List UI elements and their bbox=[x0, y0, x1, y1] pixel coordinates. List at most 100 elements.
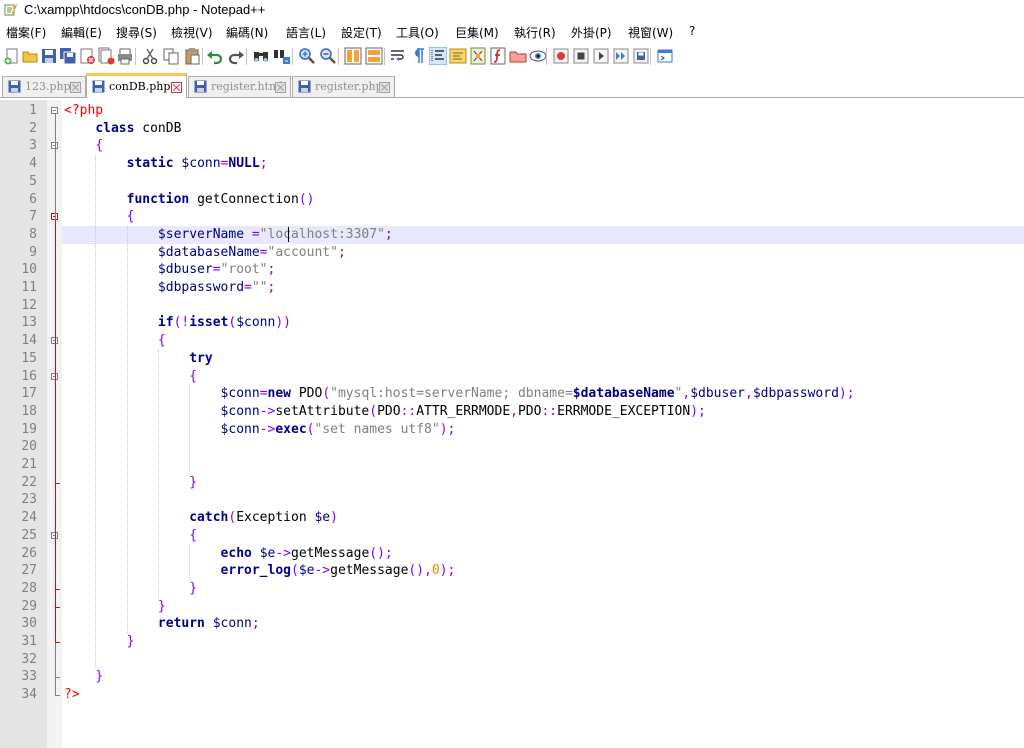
open-file-button[interactable] bbox=[21, 47, 39, 65]
menu-item-9[interactable]: 執行(R) bbox=[514, 24, 556, 41]
code-line[interactable]: 26 echo $e->getMessage(); bbox=[0, 545, 1024, 563]
menu-item-2[interactable]: 搜尋(S) bbox=[116, 24, 157, 41]
code-line[interactable]: 17 $conn=new PDO("mysql:host=serverName;… bbox=[0, 385, 1024, 403]
print-button[interactable] bbox=[116, 47, 134, 65]
menu-item-1[interactable]: 編輯(E) bbox=[61, 24, 102, 41]
code-line[interactable]: 21 bbox=[0, 456, 1024, 474]
code-line[interactable]: 13 if(!isset($conn)) bbox=[0, 314, 1024, 332]
close-tab-icon[interactable] bbox=[275, 82, 286, 93]
sync-vertical-button[interactable] bbox=[344, 47, 362, 65]
undo-button[interactable] bbox=[206, 47, 224, 65]
zoom-out-button[interactable] bbox=[319, 47, 337, 65]
save-button[interactable] bbox=[40, 47, 58, 65]
paste-button[interactable] bbox=[183, 47, 201, 65]
user-defined-language-button[interactable] bbox=[449, 47, 467, 65]
folder-as-workspace-button[interactable] bbox=[509, 47, 527, 65]
new-file-button[interactable] bbox=[3, 47, 21, 65]
word-wrap-button[interactable] bbox=[389, 47, 407, 65]
show-all-characters-button[interactable] bbox=[409, 47, 427, 65]
code-editor[interactable]: 1 <?php 2 class conDB 3 {4 static $conn=NUL… bbox=[0, 100, 1024, 748]
code-line[interactable]: 30 return $conn; bbox=[0, 615, 1024, 633]
tab-123-php[interactable]: 123.php bbox=[2, 76, 86, 97]
indent-guide-button[interactable] bbox=[429, 47, 447, 65]
code-line[interactable]: 19 $conn->exec("set names utf8"); bbox=[0, 421, 1024, 439]
tab-register-html[interactable]: register.html bbox=[188, 76, 291, 97]
code-line[interactable]: 32 bbox=[0, 651, 1024, 669]
code-line[interactable]: 9 $databaseName="account"; bbox=[0, 244, 1024, 262]
code-line[interactable]: 15 try bbox=[0, 350, 1024, 368]
code-line[interactable]: 11 $dbpassword=""; bbox=[0, 279, 1024, 297]
function-list-button[interactable] bbox=[489, 47, 507, 65]
code-line[interactable]: 4 static $conn=NULL; bbox=[0, 155, 1024, 173]
code-line[interactable]: 25 { bbox=[0, 527, 1024, 545]
code-text: $serverName ="localhost:3307"; bbox=[64, 226, 393, 244]
replace-button[interactable] bbox=[273, 47, 291, 65]
user-defined-language-icon bbox=[449, 48, 467, 64]
code-line[interactable]: 28 } bbox=[0, 580, 1024, 598]
code-line[interactable]: 34 ?> bbox=[0, 686, 1024, 704]
menu-item-8[interactable]: 巨集(M) bbox=[455, 24, 499, 41]
line-number: 32 bbox=[21, 651, 37, 667]
menu-item-10[interactable]: 外掛(P) bbox=[571, 24, 612, 41]
monitoring-button[interactable] bbox=[529, 47, 547, 65]
code-text: } bbox=[64, 474, 197, 492]
code-line[interactable]: 27 error_log($e->getMessage(),0); bbox=[0, 562, 1024, 580]
tab-register-php[interactable]: register.php bbox=[292, 76, 395, 97]
code-line[interactable]: 24 catch(Exception $e) bbox=[0, 509, 1024, 527]
text-caret bbox=[288, 226, 290, 242]
code-line[interactable]: 2 class conDB bbox=[0, 120, 1024, 138]
code-line[interactable]: 1 <?php bbox=[0, 102, 1024, 120]
menu-item-5[interactable]: 語言(L) bbox=[286, 24, 326, 41]
menu-item-11[interactable]: 視窗(W) bbox=[628, 24, 673, 41]
playback-macro-button[interactable] bbox=[592, 47, 610, 65]
menu-item-3[interactable]: 檢視(V) bbox=[171, 24, 213, 41]
code-line[interactable]: 16 { bbox=[0, 368, 1024, 386]
close-tab-icon[interactable] bbox=[70, 82, 81, 93]
code-text: function getConnection() bbox=[64, 191, 315, 209]
save-all-button[interactable] bbox=[59, 47, 77, 65]
code-line[interactable]: 22 } bbox=[0, 474, 1024, 492]
copy-button[interactable] bbox=[162, 47, 180, 65]
code-line[interactable]: 7 { bbox=[0, 208, 1024, 226]
menu-item-12[interactable]: ? bbox=[689, 24, 695, 38]
code-line[interactable]: 3 { bbox=[0, 137, 1024, 155]
cut-button[interactable] bbox=[141, 47, 159, 65]
fold-toggle-icon[interactable] bbox=[51, 107, 58, 114]
code-line[interactable]: 8 $serverName ="localhost:3307"; bbox=[29, 225, 1024, 244]
run-macro-multiple-button[interactable] bbox=[612, 47, 630, 65]
find-button[interactable] bbox=[252, 47, 270, 65]
close-tab-icon[interactable] bbox=[379, 82, 390, 93]
run-button[interactable] bbox=[656, 47, 674, 65]
menu-item-4[interactable]: 編碼(N) bbox=[226, 24, 268, 41]
save-macro-button[interactable] bbox=[632, 47, 650, 65]
sync-horizontal-button[interactable] bbox=[365, 47, 383, 65]
stop-recording-button[interactable] bbox=[572, 47, 590, 65]
code-line[interactable]: 20 bbox=[0, 438, 1024, 456]
new-file-icon bbox=[4, 48, 18, 65]
code-line[interactable]: 12 bbox=[0, 297, 1024, 315]
close-tab-icon[interactable] bbox=[171, 82, 182, 93]
fold-end-marker bbox=[55, 588, 60, 590]
code-token: ; bbox=[267, 280, 276, 295]
document-map-button[interactable] bbox=[469, 47, 487, 65]
menu-item-6[interactable]: 設定(T) bbox=[341, 24, 382, 41]
close-all-button[interactable] bbox=[97, 47, 115, 65]
code-line[interactable]: 31 } bbox=[0, 633, 1024, 651]
code-line[interactable]: 29 } bbox=[0, 598, 1024, 616]
code-line[interactable]: 23 bbox=[0, 491, 1024, 509]
redo-button[interactable] bbox=[227, 47, 245, 65]
code-line[interactable]: 5 bbox=[0, 173, 1024, 191]
menu-item-0[interactable]: 檔案(F) bbox=[6, 24, 46, 41]
menu-item-7[interactable]: 工具(O) bbox=[396, 24, 439, 41]
close-button[interactable] bbox=[78, 47, 96, 65]
code-token: { bbox=[189, 527, 198, 543]
code-line[interactable]: 14 { bbox=[0, 332, 1024, 350]
record-macro-button[interactable] bbox=[552, 47, 570, 65]
tab-condb-php[interactable]: conDB.php bbox=[86, 73, 187, 98]
code-line[interactable]: 10 $dbuser="root"; bbox=[0, 261, 1024, 279]
code-line[interactable]: 18 $conn->setAttribute(PDO::ATTR_ERRMODE… bbox=[0, 403, 1024, 421]
code-line[interactable]: 33 } bbox=[0, 668, 1024, 686]
code-line[interactable]: 6 function getConnection() bbox=[0, 191, 1024, 209]
zoom-in-button[interactable] bbox=[298, 47, 316, 65]
